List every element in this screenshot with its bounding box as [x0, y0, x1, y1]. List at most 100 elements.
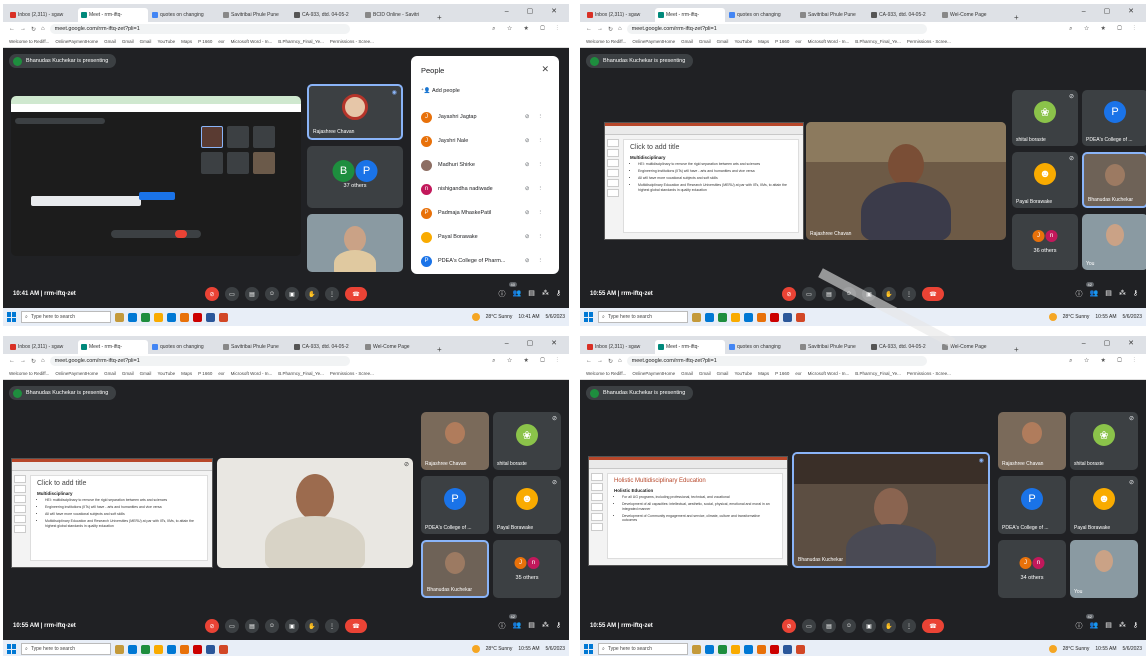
bookmark[interactable]: P 1660 [775, 371, 789, 376]
powerpoint-icon[interactable] [219, 644, 228, 654]
tab-ca[interactable]: CA-933, dtd. 04-05-2 [868, 8, 938, 22]
tab-welcome[interactable]: Wel-Come Page [362, 340, 432, 354]
captions-icon[interactable]: ▤ [822, 287, 836, 301]
forward-icon[interactable]: → [20, 26, 26, 32]
emoji-icon[interactable]: ☺ [265, 287, 279, 301]
bookmark[interactable]: Welcome to Rediff... [9, 39, 49, 44]
bookmark[interactable]: Gmail [140, 39, 152, 44]
shared-screen[interactable] [11, 96, 301, 256]
bookmark[interactable]: Welcome to Rediff... [586, 371, 626, 376]
shared-slide[interactable]: Click to add title Multidisciplinary HEI… [11, 458, 213, 568]
bookmark[interactable]: Gmail [681, 39, 693, 44]
emoji-icon[interactable]: ☺ [842, 619, 856, 633]
powerpoint-icon[interactable] [219, 312, 228, 322]
info-icon[interactable]: ⓘ [499, 289, 506, 299]
app-icon[interactable] [128, 312, 137, 322]
toolbar-icons[interactable]: ⌕ ☆ ★ ▢ ⋮ [492, 26, 563, 33]
reload-icon[interactable]: ↻ [608, 358, 613, 365]
add-people-button[interactable]: ⁺👤 Add people [421, 88, 460, 94]
raise-hand-icon[interactable]: ✋ [882, 287, 896, 301]
tab-meet[interactable]: Meet - rrm-iftq- [655, 340, 725, 354]
app-icon[interactable] [193, 312, 202, 322]
powerpoint-icon[interactable] [796, 312, 805, 322]
window-controls[interactable]: ‒ ▢ ✕ [1082, 339, 1142, 347]
participant-tile[interactable]: P PDEA's College of ... [1082, 90, 1146, 146]
bookmark[interactable]: OnlinePaymentHome [632, 371, 675, 376]
shared-slide[interactable]: Click to add title Multidisciplinary HEI… [604, 122, 804, 240]
tab-sppu[interactable]: Savitribai Phule Pune [220, 340, 290, 354]
more-options-icon[interactable]: ⋮ [325, 619, 339, 633]
tab-ca[interactable]: CA-933, dtd. 04-05-2 [291, 8, 361, 22]
chat-icon[interactable]: ▤ [528, 621, 535, 631]
tab-meet[interactable]: Meet - rrm-iftq- [78, 340, 148, 354]
home-icon[interactable]: ⌂ [618, 358, 622, 364]
people-icon[interactable]: 👥 [513, 621, 522, 631]
more-options-icon[interactable]: ⋮ [325, 287, 339, 301]
app-icon[interactable] [757, 312, 766, 322]
bookmark[interactable]: Permissions - Scree... [907, 39, 951, 44]
taskbar-search-input[interactable]: ⌕ Type here to search [21, 643, 111, 655]
more-options-icon[interactable]: ⋮ [902, 619, 916, 633]
participant-tile-others[interactable]: Jn 35 others [493, 540, 561, 598]
app-icon[interactable] [180, 644, 189, 654]
tab-google-search[interactable]: quotes on changing [726, 340, 796, 354]
windows-start-icon[interactable] [7, 644, 17, 654]
app-icon[interactable] [744, 312, 753, 322]
tab-welcome[interactable]: Wel-Come Page [939, 340, 1009, 354]
word-icon[interactable] [206, 312, 215, 322]
home-icon[interactable]: ⌂ [41, 358, 45, 364]
main-video-tile[interactable]: Rajashree Chavan [806, 122, 1006, 240]
tab-gmail[interactable]: Inbox (2,311) - sgaw [584, 8, 654, 22]
folder-icon[interactable] [731, 644, 740, 654]
folder-icon[interactable] [154, 644, 163, 654]
emoji-icon[interactable]: ☺ [842, 287, 856, 301]
people-icon[interactable]: 👥 [1090, 621, 1099, 631]
mic-off-icon[interactable]: ⊘⋮ [525, 210, 551, 216]
folder-icon[interactable] [154, 312, 163, 322]
chrome-icon[interactable] [141, 644, 150, 654]
bookmark[interactable]: YouTube [157, 371, 175, 376]
tab-sppu[interactable]: Savitribai Phule Pune [797, 340, 867, 354]
bookmark[interactable]: Maps [758, 39, 769, 44]
app-icon[interactable] [705, 644, 714, 654]
mic-off-icon[interactable]: ⊘⋮ [525, 162, 551, 168]
forward-icon[interactable]: → [597, 358, 603, 364]
bookmark[interactable]: Microsoft Word - In... [231, 39, 273, 44]
bookmark[interactable]: Microsoft Word - In... [808, 371, 850, 376]
participant-tile[interactable]: ☻ ⊘ Payal Borawake [1012, 152, 1078, 208]
word-icon[interactable] [783, 312, 792, 322]
forward-icon[interactable]: → [20, 358, 26, 364]
bookmark[interactable]: P 1660 [198, 39, 212, 44]
participant-tile[interactable]: P PDEA's College of ... [421, 476, 489, 534]
captions-icon[interactable]: ▤ [245, 619, 259, 633]
leave-call-button[interactable]: ☎ [922, 619, 944, 633]
captions-icon[interactable]: ▤ [822, 619, 836, 633]
bookmark[interactable]: OnlinePaymentHome [55, 371, 98, 376]
word-icon[interactable] [206, 644, 215, 654]
bookmark[interactable]: Maps [758, 371, 769, 376]
present-icon[interactable]: ▣ [862, 287, 876, 301]
tab-google-search[interactable]: quotes on changing [149, 340, 219, 354]
present-icon[interactable]: ▣ [285, 619, 299, 633]
main-video-tile[interactable]: ◉ Bhanudas Kuchekar [792, 452, 990, 568]
back-icon[interactable]: ← [9, 358, 15, 364]
window-controls[interactable]: ‒ ▢ ✕ [505, 7, 565, 15]
participant-tile[interactable]: P PDEA's College of ... [998, 476, 1066, 534]
bookmark[interactable]: exr [218, 371, 224, 376]
taskbar-search-input[interactable]: ⌕ Type here to search [598, 311, 688, 323]
window-controls[interactable]: ‒ ▢ ✕ [505, 339, 565, 347]
raise-hand-icon[interactable]: ✋ [305, 287, 319, 301]
camera-icon[interactable]: ▭ [802, 287, 816, 301]
bookmark[interactable]: Microsoft Word - In... [231, 371, 273, 376]
bookmark[interactable]: exr [218, 39, 224, 44]
bookmark[interactable]: Gmail [699, 39, 711, 44]
lock-icon[interactable]: ⚷ [556, 621, 561, 631]
bookmark[interactable]: Microsoft Word - In... [808, 39, 850, 44]
mic-off-icon[interactable]: ⊘ [205, 619, 219, 633]
bookmark[interactable]: Gmail [717, 39, 729, 44]
leave-call-button[interactable]: ☎ [345, 287, 367, 301]
tab-google-search[interactable]: quotes on changing [726, 8, 796, 22]
tab-meet[interactable]: Meet - rrm-iftq- [655, 8, 725, 22]
bookmark[interactable]: YouTube [157, 39, 175, 44]
home-icon[interactable]: ⌂ [618, 26, 622, 32]
